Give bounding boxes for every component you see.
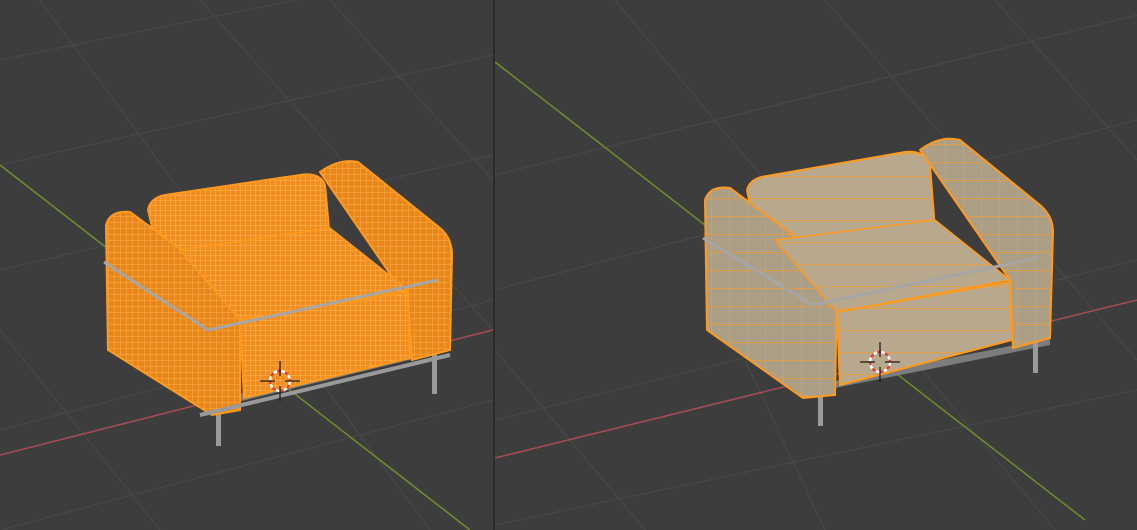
viewport-right[interactable] [495,0,1137,530]
armchair-mesh-dense[interactable] [103,160,454,446]
viewport-left[interactable] [0,0,493,530]
viewport-left-canvas[interactable] [0,0,493,530]
blender-editor [0,0,1137,530]
viewport-right-canvas[interactable] [495,0,1137,530]
